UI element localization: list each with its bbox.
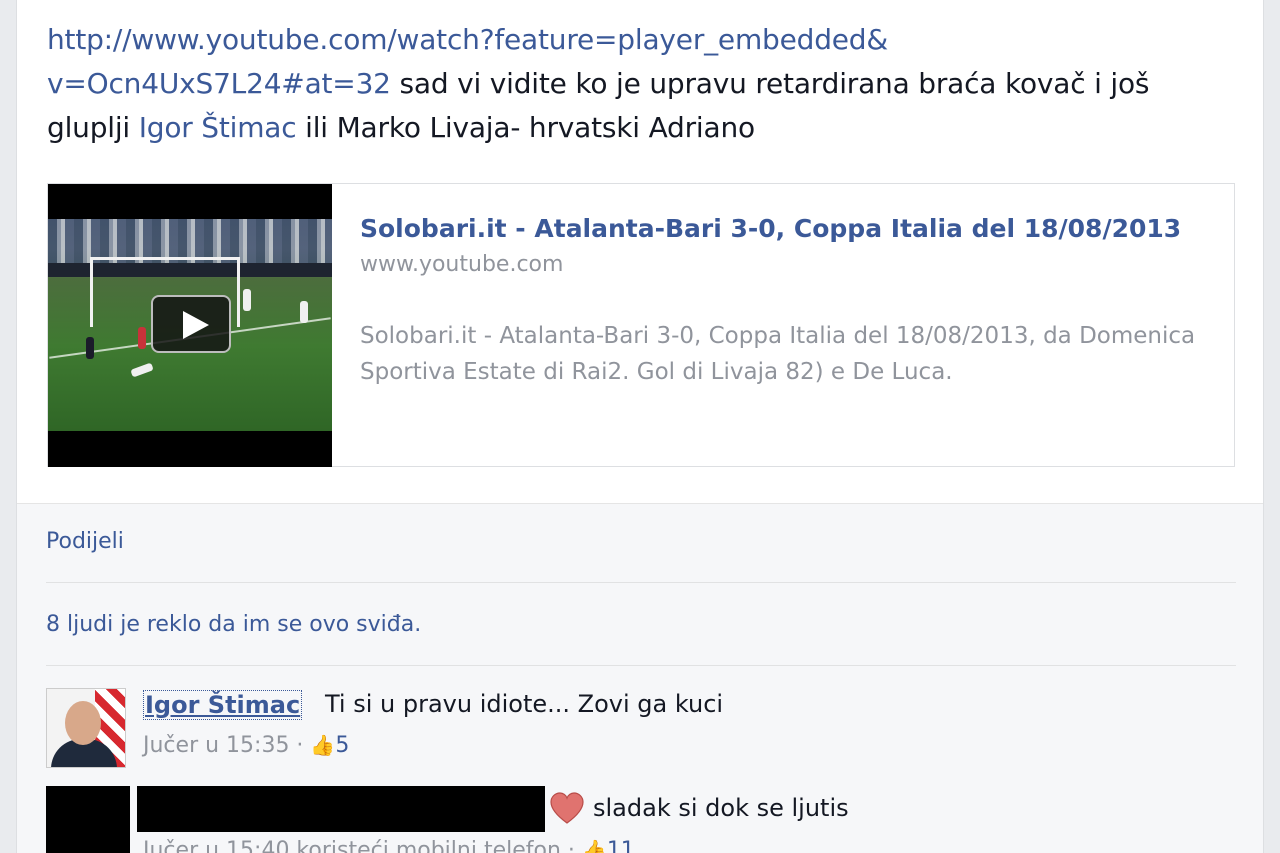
comment-timestamp[interactable]: Jučer u 15:40 koristeći mobilni telefon: [143, 838, 561, 853]
comment-like-count[interactable]: 5: [335, 733, 349, 758]
post-link-part2[interactable]: v=Ocn4UxS7L24#at=32: [47, 67, 391, 100]
meta-separator: ·: [560, 838, 582, 853]
avatar-face: [65, 701, 101, 745]
likes-summary[interactable]: 8 ljudi je reklo da im se ovo sviđa.: [46, 612, 421, 637]
player-figure: [130, 362, 154, 378]
comment-item: Igor Štimac Ti si u pravu idiote... Zovi…: [46, 688, 1236, 778]
play-icon[interactable]: [151, 295, 231, 353]
preview-title[interactable]: Solobari.it - Atalanta-Bari 3-0, Coppa I…: [360, 214, 1181, 243]
comment-item: sladak si dok se ljutis Jučer u 15:40 ko…: [46, 786, 1236, 853]
divider: [46, 582, 1236, 583]
post-text: http://www.youtube.com/watch?feature=pla…: [47, 18, 1227, 150]
comment-meta: Jučer u 15:35 · 👍5: [143, 733, 349, 758]
comment-meta: Jučer u 15:40 koristeći mobilni telefon …: [143, 838, 635, 853]
share-link[interactable]: Podijeli: [46, 529, 124, 554]
video-thumbnail[interactable]: [48, 184, 332, 467]
meta-separator: ·: [289, 733, 311, 758]
heart-icon: [550, 792, 584, 824]
post-link-part1[interactable]: http://www.youtube.com/watch?feature=pla…: [47, 23, 888, 56]
comment-text: Ti si u pravu idiote... Zovi ga kuci: [325, 690, 724, 718]
player-figure: [138, 327, 146, 349]
preview-description: Solobari.it - Atalanta-Bari 3-0, Coppa I…: [360, 323, 1196, 385]
comment-timestamp[interactable]: Jučer u 15:35: [143, 733, 289, 758]
post-text-part2: gluplji: [47, 111, 139, 144]
player-figure: [300, 301, 308, 323]
author-redacted: [137, 786, 545, 832]
avatar-redacted: [46, 786, 130, 853]
comment-author[interactable]: Igor Štimac: [143, 690, 303, 720]
player-figure: [86, 337, 94, 359]
comment-text: sladak si dok se ljutis: [593, 794, 849, 822]
comment-like-count[interactable]: 11: [607, 838, 635, 853]
divider: [46, 665, 1236, 666]
post-card: http://www.youtube.com/watch?feature=pla…: [16, 0, 1264, 853]
preview-domain: www.youtube.com: [360, 252, 564, 277]
post-text-part3: ili Marko Livaja- hrvatski Adriano: [296, 111, 755, 144]
avatar[interactable]: [46, 688, 126, 768]
post-footer: Podijeli 8 ljudi je reklo da im se ovo s…: [17, 504, 1263, 853]
thumbs-up-icon[interactable]: 👍: [582, 838, 607, 853]
thumbs-up-icon[interactable]: 👍: [310, 733, 335, 757]
link-preview[interactable]: Solobari.it - Atalanta-Bari 3-0, Coppa I…: [47, 183, 1235, 467]
player-figure: [243, 289, 251, 311]
post-text-part1: sad vi vidite ko je upravu retardirana b…: [390, 67, 1150, 100]
mention-link[interactable]: Igor Štimac: [139, 111, 297, 144]
